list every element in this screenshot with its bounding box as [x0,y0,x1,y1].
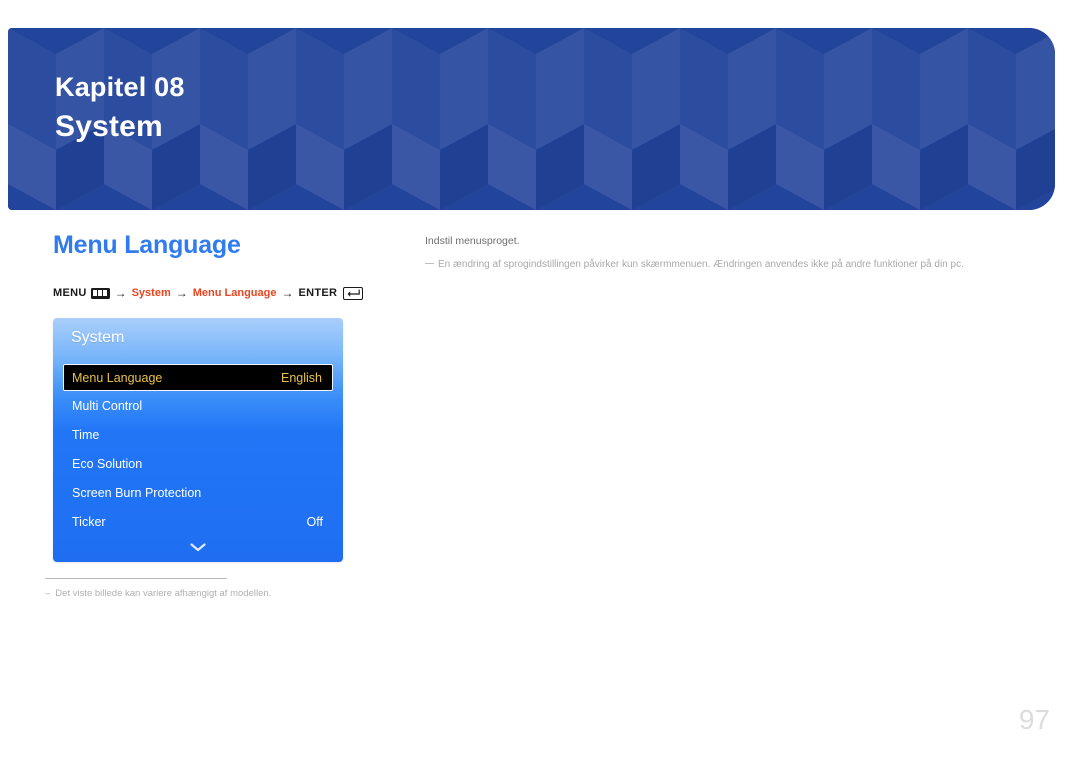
chevron-down-icon [190,543,206,552]
osd-row-label: Menu Language [72,370,163,385]
description-note: En ændring af sprogindstillingen påvirke… [425,257,1040,272]
footnote-text: Det viste billede kan variere afhængigt … [55,588,272,599]
osd-row-ticker[interactable]: Ticker Off [53,507,343,536]
osd-row-label: Screen Burn Protection [72,485,202,500]
description-note-text: En ændring af sprogindstillingen påvirke… [438,258,964,270]
description-column: Indstil menusproget. En ændring af sprog… [425,234,1040,272]
note-dash-icon [425,262,434,265]
chapter-title: System [55,110,163,144]
osd-row-time[interactable]: Time [53,420,343,449]
breadcrumb-step-system[interactable]: System [132,287,171,299]
chapter-label: Kapitel 08 [55,72,185,102]
osd-row-value: Off [306,514,323,529]
document-page: Kapitel 08 System Menu Language MENU → S… [0,0,1080,763]
description-main-text: Indstil menusproget. [425,235,520,247]
osd-menu-panel: System Menu Language English Multi Contr… [53,318,343,562]
breadcrumb-enter-label: ENTER [298,287,338,299]
banner-text-block: Kapitel 08 System [55,72,185,146]
breadcrumb: MENU → System → Menu Language → ENTER [53,286,364,300]
breadcrumb-arrow-1: → [114,286,127,300]
breadcrumb-menu-label: MENU [53,287,87,299]
osd-panel-title: System [71,329,125,346]
osd-row-value: English [281,370,322,385]
page-number: 97 [1018,704,1050,735]
footnote: – Det viste billede kan variere afhængig… [45,588,271,599]
osd-row-screen-burn-protection[interactable]: Screen Burn Protection [53,478,343,507]
osd-row-multi-control[interactable]: Multi Control [53,391,343,420]
breadcrumb-arrow-2: → [175,286,188,300]
footnote-dash: – [45,588,51,599]
page-title: Menu Language [53,231,241,259]
menu-bars-icon [90,287,110,299]
osd-row-menu-language[interactable]: Menu Language English [63,364,333,391]
chapter-banner: Kapitel 08 System [8,28,1055,210]
osd-row-label: Eco Solution [72,456,143,471]
footnote-divider [45,578,227,579]
osd-row-label: Multi Control [72,398,143,413]
osd-menu-list: Menu Language English Multi Control Time… [53,364,343,536]
osd-row-label: Ticker [72,514,106,529]
enter-return-icon [343,286,364,300]
osd-row-eco-solution[interactable]: Eco Solution [53,449,343,478]
osd-scroll-down-control[interactable] [53,543,343,552]
osd-row-label: Time [72,427,100,442]
breadcrumb-step-menu-language[interactable]: Menu Language [193,287,277,299]
breadcrumb-arrow-3: → [281,286,294,300]
